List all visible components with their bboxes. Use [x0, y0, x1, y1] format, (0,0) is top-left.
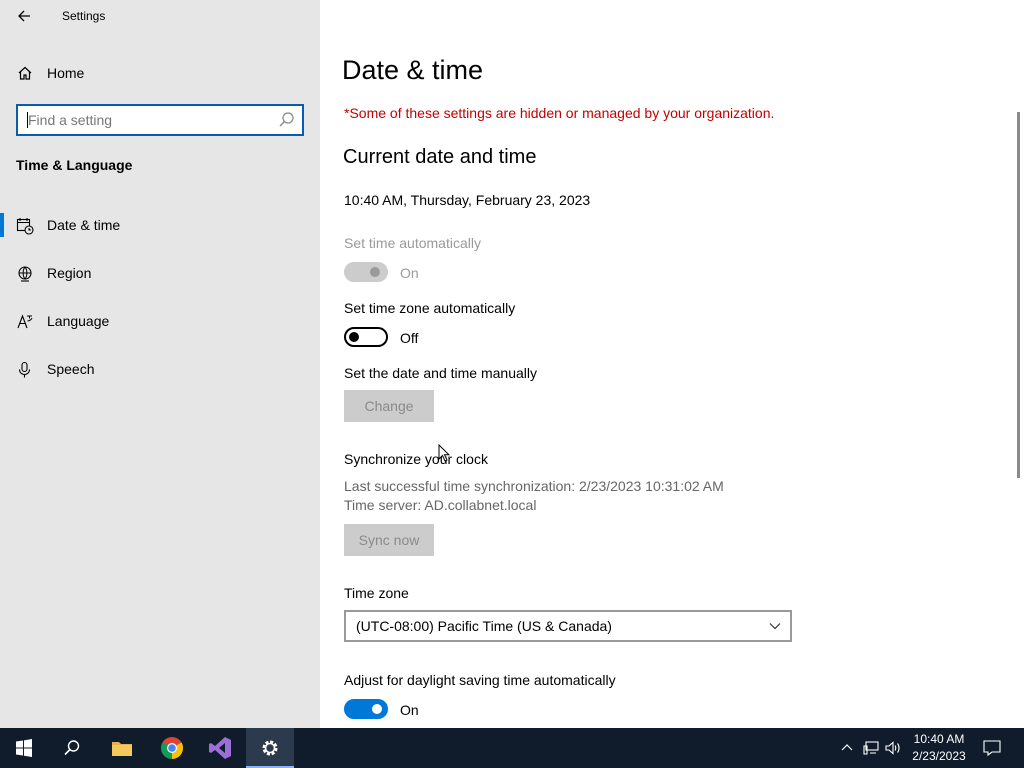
visual-studio-button[interactable]	[196, 728, 244, 768]
sidebar-item-label: Region	[47, 265, 92, 281]
timezone-select[interactable]: (UTC-08:00) Pacific Time (US & Canada)	[344, 610, 792, 642]
file-explorer-button[interactable]	[98, 728, 146, 768]
chevron-up-icon	[841, 744, 853, 751]
action-center-button[interactable]	[982, 738, 1002, 758]
chevron-down-icon	[769, 623, 781, 630]
calendar-clock-icon	[16, 218, 34, 235]
dst-label: Adjust for daylight saving time automati…	[344, 672, 616, 688]
toggle-knob	[349, 332, 359, 342]
sidebar-item-label: Language	[47, 313, 110, 329]
speaker-icon	[885, 741, 900, 755]
set-timezone-auto-state: Off	[400, 330, 419, 346]
notification-icon	[983, 740, 1001, 756]
sidebar-item-language[interactable]: Language	[0, 301, 320, 341]
settings-taskbar-button[interactable]	[246, 728, 294, 768]
search-placeholder: Find a setting	[28, 112, 113, 128]
back-arrow-icon	[18, 10, 30, 22]
search-icon	[64, 740, 80, 756]
language-icon	[17, 314, 33, 329]
set-timezone-auto-label: Set time zone automatically	[344, 300, 516, 316]
sync-clock-label: Synchronize your clock	[344, 451, 488, 467]
home-icon	[18, 66, 32, 80]
toggle-knob	[370, 267, 380, 277]
timezone-value: (UTC-08:00) Pacific Time (US & Canada)	[356, 618, 612, 634]
microphone-icon	[18, 361, 31, 378]
change-button[interactable]: Change	[344, 390, 434, 422]
dst-toggle[interactable]	[344, 699, 388, 719]
org-managed-notice: *Some of these settings are hidden or ma…	[344, 105, 775, 121]
active-indicator	[0, 213, 4, 237]
set-timezone-auto-toggle[interactable]	[344, 327, 388, 347]
last-sync-text: Last successful time synchronization: 2/…	[344, 478, 724, 494]
time-server-text: Time server: AD.collabnet.local	[344, 497, 537, 513]
taskbar-clock[interactable]: 10:40 AM 2/23/2023	[900, 731, 978, 765]
show-hidden-icons-button[interactable]	[838, 738, 856, 758]
settings-window: Settings Home Find a setting Time & Lang…	[0, 0, 1024, 728]
network-button[interactable]	[862, 738, 880, 758]
set-time-auto-toggle	[344, 262, 388, 282]
manual-date-time-label: Set the date and time manually	[344, 365, 538, 381]
taskbar-search-button[interactable]	[48, 728, 96, 768]
window-title: Settings	[62, 9, 106, 23]
search-icon[interactable]	[278, 111, 296, 129]
mouse-cursor-icon	[438, 444, 450, 462]
sync-now-button[interactable]: Sync now	[344, 524, 434, 556]
sidebar-item-label: Date & time	[47, 217, 121, 233]
start-button[interactable]	[0, 728, 48, 768]
globe-icon	[18, 266, 32, 282]
clock-date: 2/23/2023	[912, 749, 966, 763]
toggle-knob	[372, 704, 382, 714]
page-title: Date & time	[342, 55, 484, 85]
back-button[interactable]	[8, 0, 40, 32]
set-time-auto-state: On	[400, 265, 419, 281]
scrollbar-thumb[interactable]	[1017, 112, 1020, 478]
sidebar-item-home[interactable]: Home	[0, 56, 320, 90]
sidebar-item-speech[interactable]: Speech	[0, 349, 320, 389]
section-title: Time & Language	[16, 157, 133, 173]
content-pane: Date & time *Some of these settings are …	[320, 0, 1024, 728]
windows-logo-icon	[16, 739, 32, 757]
dst-state: On	[400, 702, 419, 718]
sidebar-item-label: Speech	[47, 361, 95, 377]
set-time-auto-label: Set time automatically	[344, 235, 481, 251]
current-date-time-value: 10:40 AM, Thursday, February 23, 2023	[344, 192, 591, 208]
sidebar-item-region[interactable]: Region	[0, 253, 320, 293]
gear-icon	[262, 740, 278, 756]
folder-icon	[112, 742, 132, 756]
clock-time: 10:40 AM	[913, 732, 965, 746]
sidebar-item-date-time[interactable]: Date & time	[0, 205, 320, 245]
sidebar: Settings Home Find a setting Time & Lang…	[0, 0, 320, 728]
current-date-time-heading: Current date and time	[343, 146, 537, 168]
sidebar-item-label: Home	[47, 65, 85, 81]
search-input[interactable]: Find a setting	[16, 104, 304, 136]
chrome-icon	[161, 737, 183, 759]
timezone-label: Time zone	[344, 585, 409, 601]
taskbar: 10:40 AM 2/23/2023	[0, 728, 1024, 768]
network-icon	[863, 741, 879, 755]
chrome-button[interactable]	[148, 728, 196, 768]
visual-studio-icon	[209, 737, 231, 759]
